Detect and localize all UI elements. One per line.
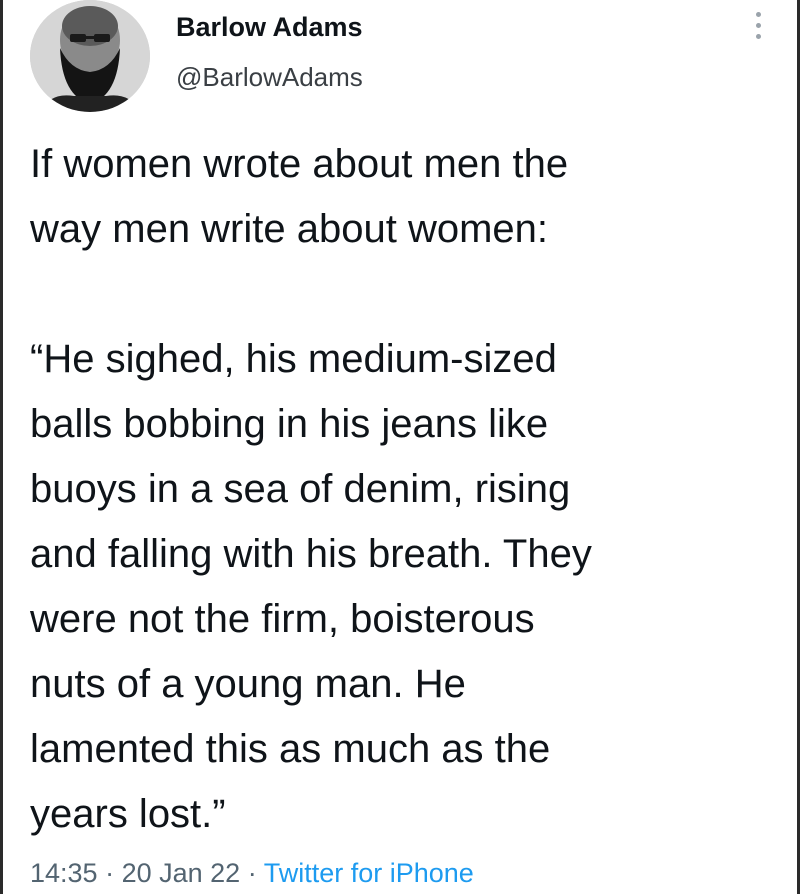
tweet-meta: 14:35 · 20 Jan 22 · Twitter for iPhone bbox=[30, 858, 474, 889]
tweet-quote-line: nuts of a young man. He bbox=[30, 662, 466, 706]
tweet-text-line: way men write about women: bbox=[30, 207, 549, 251]
tweet-quote-line: “He sighed, his medium-sized bbox=[30, 337, 557, 381]
tweet-quote-line: buoys in a sea of denim, rising bbox=[30, 467, 571, 511]
avatar[interactable] bbox=[30, 0, 150, 112]
tweet-text: If women wrote about men the way men wri… bbox=[30, 132, 770, 847]
tweet-quote-line: were not the firm, boisterous bbox=[30, 597, 535, 641]
tweet-text-line: If women wrote about men the bbox=[30, 142, 569, 186]
left-border bbox=[0, 0, 3, 894]
more-vertical-icon bbox=[755, 12, 761, 17]
author-display-name[interactable]: Barlow Adams bbox=[176, 12, 363, 43]
more-options-button[interactable] bbox=[748, 12, 768, 48]
author-handle[interactable]: @BarlowAdams bbox=[176, 62, 363, 93]
tweet-quote-line: balls bobbing in his jeans like bbox=[30, 402, 549, 446]
avatar-photo bbox=[30, 0, 150, 112]
tweet-quote-line: lamented this as much as the bbox=[30, 727, 551, 771]
meta-separator: · bbox=[240, 858, 264, 888]
more-vertical-icon-dot bbox=[755, 23, 761, 28]
meta-separator: · bbox=[97, 858, 122, 888]
more-vertical-icon-dot bbox=[755, 34, 761, 39]
paragraph-break bbox=[30, 262, 770, 327]
tweet-quote-line: years lost.” bbox=[30, 792, 226, 836]
tweet-time[interactable]: 14:35 bbox=[30, 858, 98, 888]
tweet-quote-line: and falling with his breath. They bbox=[30, 532, 592, 576]
tweet-card: Barlow Adams @BarlowAdams If women wrote… bbox=[0, 0, 800, 894]
tweet-source-link[interactable]: Twitter for iPhone bbox=[264, 858, 474, 888]
tweet-date[interactable]: 20 Jan 22 bbox=[122, 858, 241, 888]
